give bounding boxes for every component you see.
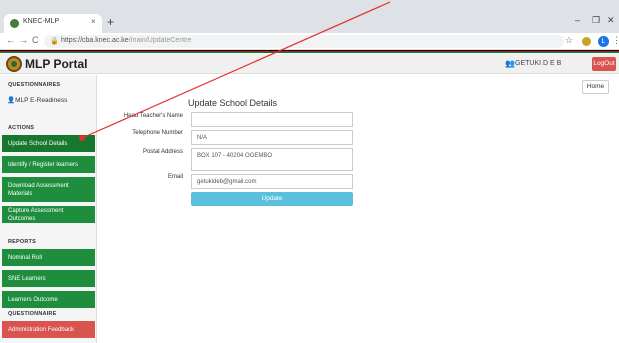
form-title: Update School Details <box>188 98 278 108</box>
url-path: /main/UpdateCentre <box>128 37 192 44</box>
sidebar-item-readiness[interactable]: 👤MLP E-Readiness <box>7 96 67 104</box>
browser-tab[interactable]: KNEC-MLP × <box>4 14 102 33</box>
postal-address-field[interactable]: BOX 107 - 40204 OGEMBO <box>191 148 353 171</box>
head-teacher-field[interactable] <box>191 112 353 127</box>
sidebar-item-label: MLP E-Readiness <box>15 97 68 104</box>
telephone-label: Telephone Number <box>132 130 183 136</box>
sidebar-item-nominal-roll[interactable]: Nominal Roll <box>2 249 95 266</box>
users-icon: 👥 <box>505 59 515 68</box>
sidebar-item-sne-learners[interactable]: SNE Learners <box>2 270 95 287</box>
tab-close-icon[interactable]: × <box>91 17 96 26</box>
browser-menu-icon[interactable]: ⋮ <box>612 35 619 46</box>
sidebar-item-learners-outcome[interactable]: Learners Outcome <box>2 291 95 308</box>
sidebar-item-update-school[interactable]: Update School Details <box>2 135 95 152</box>
sidebar-item-label: Nominal Roll <box>8 254 43 261</box>
sidebar-item-identify-learners[interactable]: Identify / Register learners <box>2 156 95 173</box>
back-arrow-icon[interactable]: ← <box>6 35 15 45</box>
section-reports: REPORTS <box>8 239 36 245</box>
home-button[interactable]: Home <box>582 80 609 94</box>
bookmark-star-icon[interactable]: ☆ <box>565 35 573 46</box>
new-tab-button[interactable]: + <box>107 16 114 28</box>
section-questionnaires: QUESTIONNAIRES <box>8 82 61 88</box>
section-questionnaire: QUESTIONNAIRE <box>8 311 57 317</box>
postal-address-label: Postal Address <box>142 149 183 155</box>
close-window-button[interactable]: ✕ <box>607 15 615 26</box>
sidebar: QUESTIONNAIRES 👤MLP E-Readiness ACTIONS … <box>0 75 97 343</box>
sidebar-item-label: SNE Learners <box>8 275 46 282</box>
lock-icon: 🔒 <box>50 38 59 45</box>
portal-title: MLP Portal <box>25 57 88 71</box>
maximize-button[interactable]: ❐ <box>592 15 600 26</box>
address-bar-row: ← → C 🔒 https://cba.knec.ac.ke/main/Upda… <box>0 33 619 50</box>
head-teacher-label: Head Teacher's Name <box>123 113 183 119</box>
url-field[interactable]: 🔒 https://cba.knec.ac.ke/main/UpdateCent… <box>44 35 564 48</box>
sidebar-item-label: Download Assessment Materials <box>8 182 69 197</box>
sidebar-item-label: Administration Feedback <box>8 326 75 333</box>
forward-arrow-icon[interactable]: → <box>19 35 28 45</box>
extension-icon[interactable] <box>582 37 591 46</box>
sidebar-item-download-materials[interactable]: Download Assessment Materials <box>2 177 95 202</box>
telephone-field[interactable]: N/A <box>191 130 353 145</box>
reload-icon[interactable]: C <box>32 35 39 45</box>
sidebar-item-admin-feedback[interactable]: Administration Feedback <box>2 321 95 338</box>
section-actions: ACTIONS <box>8 125 35 131</box>
portal-header: MLP Portal 👥 GETUKI D E B LogOut <box>0 54 619 74</box>
email-field[interactable]: getukideb@gmail.com <box>191 174 353 189</box>
email-label: Email <box>167 174 183 180</box>
logout-button[interactable]: LogOut <box>592 57 616 71</box>
update-button[interactable]: Update <box>191 192 353 206</box>
sidebar-item-label: Learners Outcome <box>8 296 58 303</box>
url-text: https://cba.knec.ac.ke/main/UpdateCentre <box>61 37 191 44</box>
sidebar-item-capture-outcomes[interactable]: Capture Assessment Outcomes <box>2 206 95 223</box>
site-favicon-icon <box>10 19 19 28</box>
browser-tab-bar: KNEC-MLP × + – ❐ ✕ <box>0 0 619 33</box>
sidebar-item-label: Update School Details <box>8 140 68 147</box>
sidebar-item-label: Identify / Register learners <box>8 161 79 168</box>
minimize-button[interactable]: – <box>575 15 580 25</box>
user-icon: 👤 <box>7 97 16 104</box>
url-host: https://cba.knec.ac.ke <box>61 37 129 44</box>
tab-title: KNEC-MLP <box>23 18 60 25</box>
user-name: GETUKI D E B <box>515 60 562 67</box>
portal-logo <box>6 56 22 72</box>
sidebar-item-label: Capture Assessment Outcomes <box>8 207 64 222</box>
profile-avatar[interactable]: L <box>598 36 609 47</box>
